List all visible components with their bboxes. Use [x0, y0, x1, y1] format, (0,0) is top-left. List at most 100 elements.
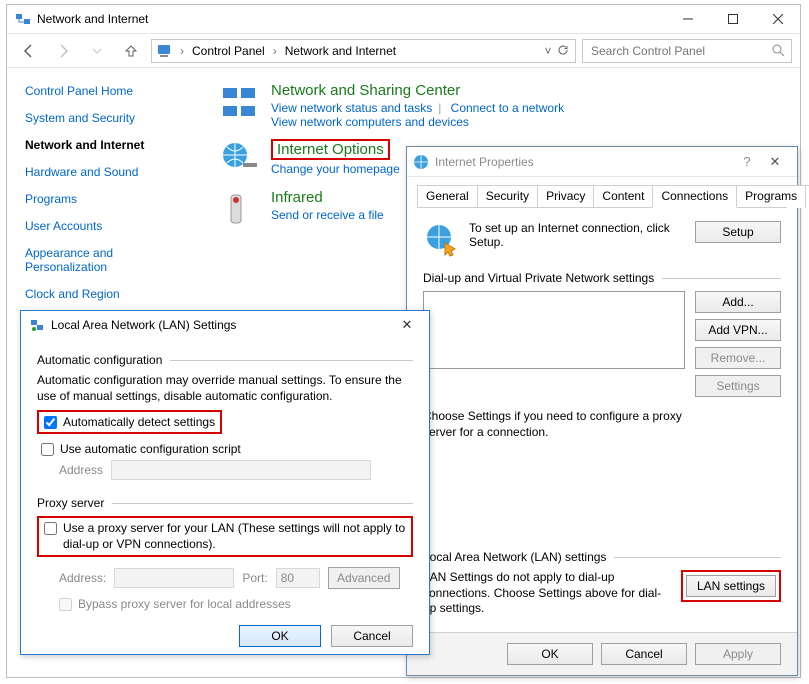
network-icon	[15, 11, 31, 27]
use-script-label: Use automatic configuration script	[60, 442, 241, 456]
tab-connections[interactable]: Connections	[652, 185, 737, 208]
lan-desc: LAN Settings do not apply to dial-up con…	[423, 570, 671, 617]
lan-ok-button[interactable]: OK	[239, 625, 321, 647]
network-sharing-icon	[219, 82, 259, 122]
breadcrumb-1[interactable]: Network and Internet	[285, 44, 396, 58]
globe-icon	[413, 154, 429, 170]
proxy-address-input	[114, 568, 234, 588]
script-address-input	[111, 460, 371, 480]
lan-settings-button[interactable]: LAN settings	[686, 575, 776, 597]
lan-header: Local Area Network (LAN) settings	[423, 550, 606, 564]
proxy-port-label: Port:	[242, 571, 267, 585]
maximize-button[interactable]	[710, 5, 755, 33]
auto-detect-label: Automatically detect settings	[63, 415, 215, 429]
tab-privacy[interactable]: Privacy	[537, 185, 594, 208]
lan-button-row: OK Cancel	[21, 611, 429, 661]
proxy-advanced-button: Advanced	[328, 567, 400, 589]
lan-close-button[interactable]: ✕	[393, 317, 421, 333]
sidebar-item-1[interactable]: Network and Internet	[25, 138, 195, 152]
refresh-button[interactable]	[557, 44, 571, 58]
category-title-2[interactable]: Infrared	[271, 189, 384, 206]
auto-detect-highlight: Automatically detect settings	[37, 410, 222, 434]
sidebar-item-6[interactable]: Clock and Region	[25, 287, 195, 301]
control-panel-icon	[156, 43, 172, 59]
sidebar-item-2[interactable]: Hardware and Sound	[25, 165, 195, 179]
toolbar: Control Panel Network and Internet ˅	[7, 33, 800, 68]
lan-cancel-button[interactable]: Cancel	[331, 625, 413, 647]
tab-programs[interactable]: Programs	[736, 185, 806, 208]
help-button[interactable]: ?	[735, 154, 759, 169]
auto-detect-checkbox[interactable]	[44, 416, 57, 429]
proxy-use-row: Use a proxy server for your LAN (These s…	[44, 521, 406, 552]
window-controls	[665, 5, 800, 33]
use-script-checkbox[interactable]	[41, 443, 54, 456]
titlebar: Network and Internet	[7, 5, 800, 33]
breadcrumb-0[interactable]: Control Panel	[192, 44, 265, 58]
recent-dropdown[interactable]	[83, 37, 111, 65]
close-button[interactable]	[755, 5, 800, 33]
auto-detect-row: Automatically detect settings	[44, 415, 215, 429]
sidebar-home[interactable]: Control Panel Home	[25, 84, 195, 98]
bypass-row: Bypass proxy server for local addresses	[59, 597, 413, 611]
up-button[interactable]	[117, 37, 145, 65]
address-dropdown[interactable]: ˅	[541, 44, 555, 58]
script-address-label: Address	[59, 463, 103, 477]
proxy-port-input: 80	[276, 568, 320, 588]
search-icon	[772, 44, 785, 57]
cat0-link1[interactable]: Connect to a network	[451, 101, 564, 115]
bypass-label: Bypass proxy server for local addresses	[78, 597, 291, 611]
lan-button-highlight: LAN settings	[681, 570, 781, 602]
setup-button[interactable]: Setup	[695, 221, 781, 243]
sidebar-item-3[interactable]: Programs	[25, 192, 195, 206]
tab-content[interactable]: Content	[593, 185, 653, 208]
ip-ok-button[interactable]: OK	[507, 643, 593, 665]
proxy-use-checkbox[interactable]	[44, 522, 57, 535]
proxy-header: Proxy server	[37, 496, 104, 510]
lan-titlebar: Local Area Network (LAN) Settings ✕	[21, 311, 429, 339]
search-input[interactable]	[589, 43, 766, 59]
remove-button: Remove...	[695, 347, 781, 369]
bypass-checkbox	[59, 598, 72, 611]
auto-config-header: Automatic configuration	[37, 353, 162, 367]
sidebar-item-4[interactable]: User Accounts	[25, 219, 195, 233]
setup-text: To set up an Internet connection, click …	[469, 221, 685, 249]
window-title: Network and Internet	[37, 12, 665, 26]
cat0-link0[interactable]: View network status and tasks	[271, 101, 432, 115]
infrared-icon	[219, 189, 259, 229]
ip-body: To set up an Internet connection, click …	[407, 209, 797, 625]
search-box[interactable]	[582, 39, 792, 63]
category-title-1[interactable]: Internet Options	[271, 139, 390, 160]
minimize-button[interactable]	[665, 5, 710, 33]
lan-title: Local Area Network (LAN) Settings	[51, 318, 393, 332]
sidebar-item-0[interactable]: System and Security	[25, 111, 195, 125]
cat1-link0[interactable]: Change your homepage	[271, 162, 400, 176]
auto-config-text: Automatic configuration may override man…	[37, 373, 413, 404]
internet-options-icon	[219, 139, 259, 179]
cat0-link2[interactable]: View network computers and devices	[271, 115, 469, 129]
ip-button-row: OK Cancel Apply	[407, 632, 797, 675]
add-vpn-button[interactable]: Add VPN...	[695, 319, 781, 341]
back-button[interactable]	[15, 37, 43, 65]
proxy-address-label: Address:	[59, 571, 106, 585]
dial-settings-button: Settings	[695, 375, 781, 397]
category-title-0[interactable]: Network and Sharing Center	[271, 82, 564, 99]
tab-security[interactable]: Security	[477, 185, 538, 208]
add-button[interactable]: Add...	[695, 291, 781, 313]
proxy-use-label: Use a proxy server for your LAN (These s…	[63, 521, 406, 552]
tab-advanced[interactable]: Advanced	[805, 185, 809, 208]
ip-cancel-button[interactable]: Cancel	[601, 643, 687, 665]
internet-properties-dialog: Internet Properties ? ✕ General Security…	[406, 146, 798, 676]
lan-settings-dialog: Local Area Network (LAN) Settings ✕ Auto…	[20, 310, 430, 655]
ip-title: Internet Properties	[435, 155, 735, 169]
forward-button[interactable]	[49, 37, 77, 65]
cat2-link0[interactable]: Send or receive a file	[271, 208, 384, 222]
tab-general[interactable]: General	[417, 185, 478, 208]
category-network-sharing: Network and Sharing Center View network …	[219, 82, 788, 129]
dialup-listbox[interactable]	[423, 291, 685, 369]
lan-icon	[29, 317, 45, 333]
sidebar-item-5[interactable]: Appearance and Personalization	[25, 246, 175, 274]
ip-close-button[interactable]: ✕	[759, 154, 791, 170]
choose-settings-text: Choose Settings if you need to configure…	[423, 409, 683, 440]
address-bar[interactable]: Control Panel Network and Internet ˅	[151, 39, 576, 63]
lan-body: Automatic configuration Automatic config…	[21, 339, 429, 611]
